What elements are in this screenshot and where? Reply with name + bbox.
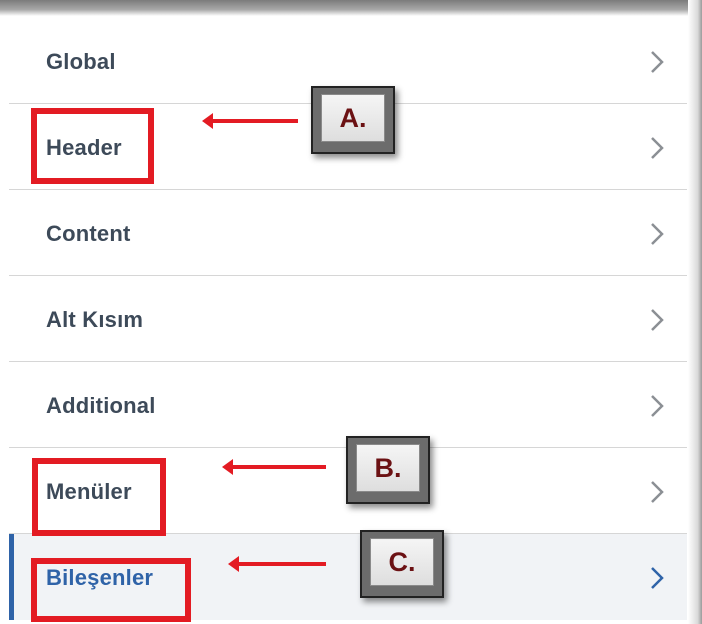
menu-item-label: Global bbox=[46, 49, 116, 74]
chevron-right-icon bbox=[650, 136, 665, 160]
menu-item-menuler[interactable]: Menüler bbox=[9, 448, 687, 534]
screen: Global Header Content Alt Kısım Addition bbox=[0, 0, 702, 624]
menu-item-label: Content bbox=[46, 221, 131, 246]
chevron-right-icon bbox=[650, 566, 665, 590]
menu-item-global[interactable]: Global bbox=[9, 18, 687, 104]
right-edge bbox=[688, 0, 702, 624]
chevron-right-icon bbox=[650, 222, 665, 246]
menu-item-header[interactable]: Header bbox=[9, 104, 687, 190]
settings-menu-list: Global Header Content Alt Kısım Addition bbox=[9, 18, 687, 620]
menu-item-additional[interactable]: Additional bbox=[9, 362, 687, 448]
menu-item-label: Additional bbox=[46, 393, 156, 418]
chevron-right-icon bbox=[650, 480, 665, 504]
menu-item-label: Alt Kısım bbox=[46, 307, 144, 332]
chevron-right-icon bbox=[650, 394, 665, 418]
chevron-right-icon bbox=[650, 308, 665, 332]
menu-item-bilesenler[interactable]: Bileşenler bbox=[9, 534, 687, 620]
menu-item-label: Bileşenler bbox=[46, 565, 154, 590]
menu-item-alt-kisim[interactable]: Alt Kısım bbox=[9, 276, 687, 362]
menu-item-label: Menüler bbox=[46, 479, 132, 504]
menu-item-label: Header bbox=[46, 135, 122, 160]
chevron-right-icon bbox=[650, 50, 665, 74]
top-shadow bbox=[0, 0, 702, 16]
menu-item-content[interactable]: Content bbox=[9, 190, 687, 276]
